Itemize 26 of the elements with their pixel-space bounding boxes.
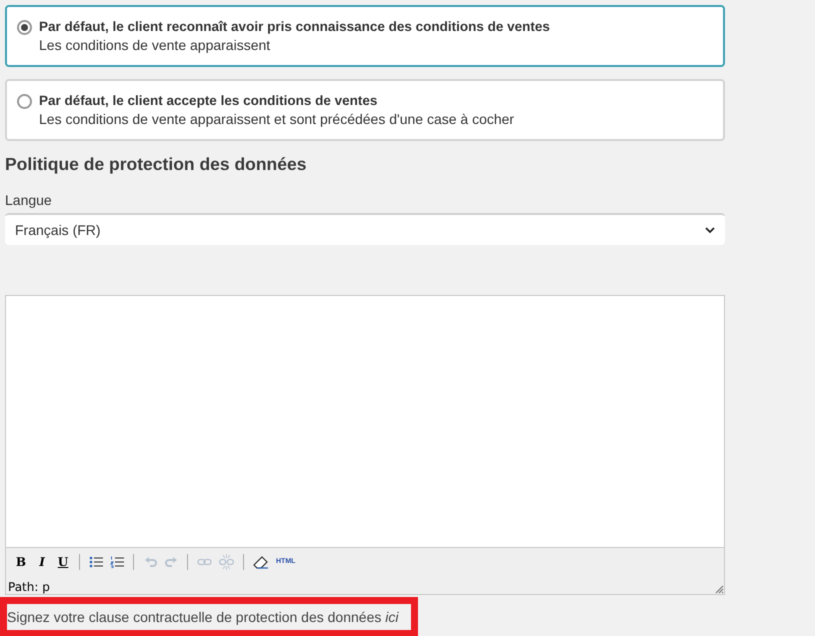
option-title: Par défaut, le client reconnaît avoir pris connaissance des conditions de ventes <box>39 18 550 36</box>
underline-button[interactable]: U <box>54 553 72 572</box>
option-card[interactable]: Par défaut, le client reconnaît avoir pris connaissance des conditions de ventes Les conditions de vente apparaissent <box>5 5 725 67</box>
italic-button[interactable]: I <box>33 553 51 572</box>
editor-path: Path: p <box>7 580 50 594</box>
unlink-icon <box>219 554 234 570</box>
option-card[interactable]: Par défaut, le client accepte les conditions de ventes Les conditions de vente apparaissent et sont précédées d'une case à cocher <box>5 79 725 141</box>
numbered-list-icon <box>110 556 124 568</box>
option-description: Les conditions de vente apparaissent <box>39 36 272 54</box>
resize-handle-icon[interactable] <box>714 584 724 594</box>
link[interactable]: ici <box>385 609 398 626</box>
link-icon <box>197 557 212 568</box>
radio-button[interactable] <box>17 94 32 109</box>
eraser-icon <box>253 556 269 569</box>
chevron-down-icon <box>705 226 715 234</box>
language-select[interactable]: Français (FR) <box>5 213 725 246</box>
radio-button[interactable] <box>17 20 32 35</box>
section-title: Politique de protection des données <box>5 153 308 176</box>
option-description: Les conditions de vente apparaissent et sont précédées d'une case à cocher <box>39 110 514 128</box>
footer-text: Signez votre clause contractuelle de protection des données ici <box>7 608 400 626</box>
redo-icon <box>164 556 178 568</box>
bold-button[interactable]: B <box>12 553 30 572</box>
bullet-list-icon <box>89 556 103 568</box>
option-title: Par défaut, le client accepte les conditions de ventes <box>39 92 378 110</box>
field-label: Langue <box>5 191 53 210</box>
undo-icon <box>144 556 156 568</box>
